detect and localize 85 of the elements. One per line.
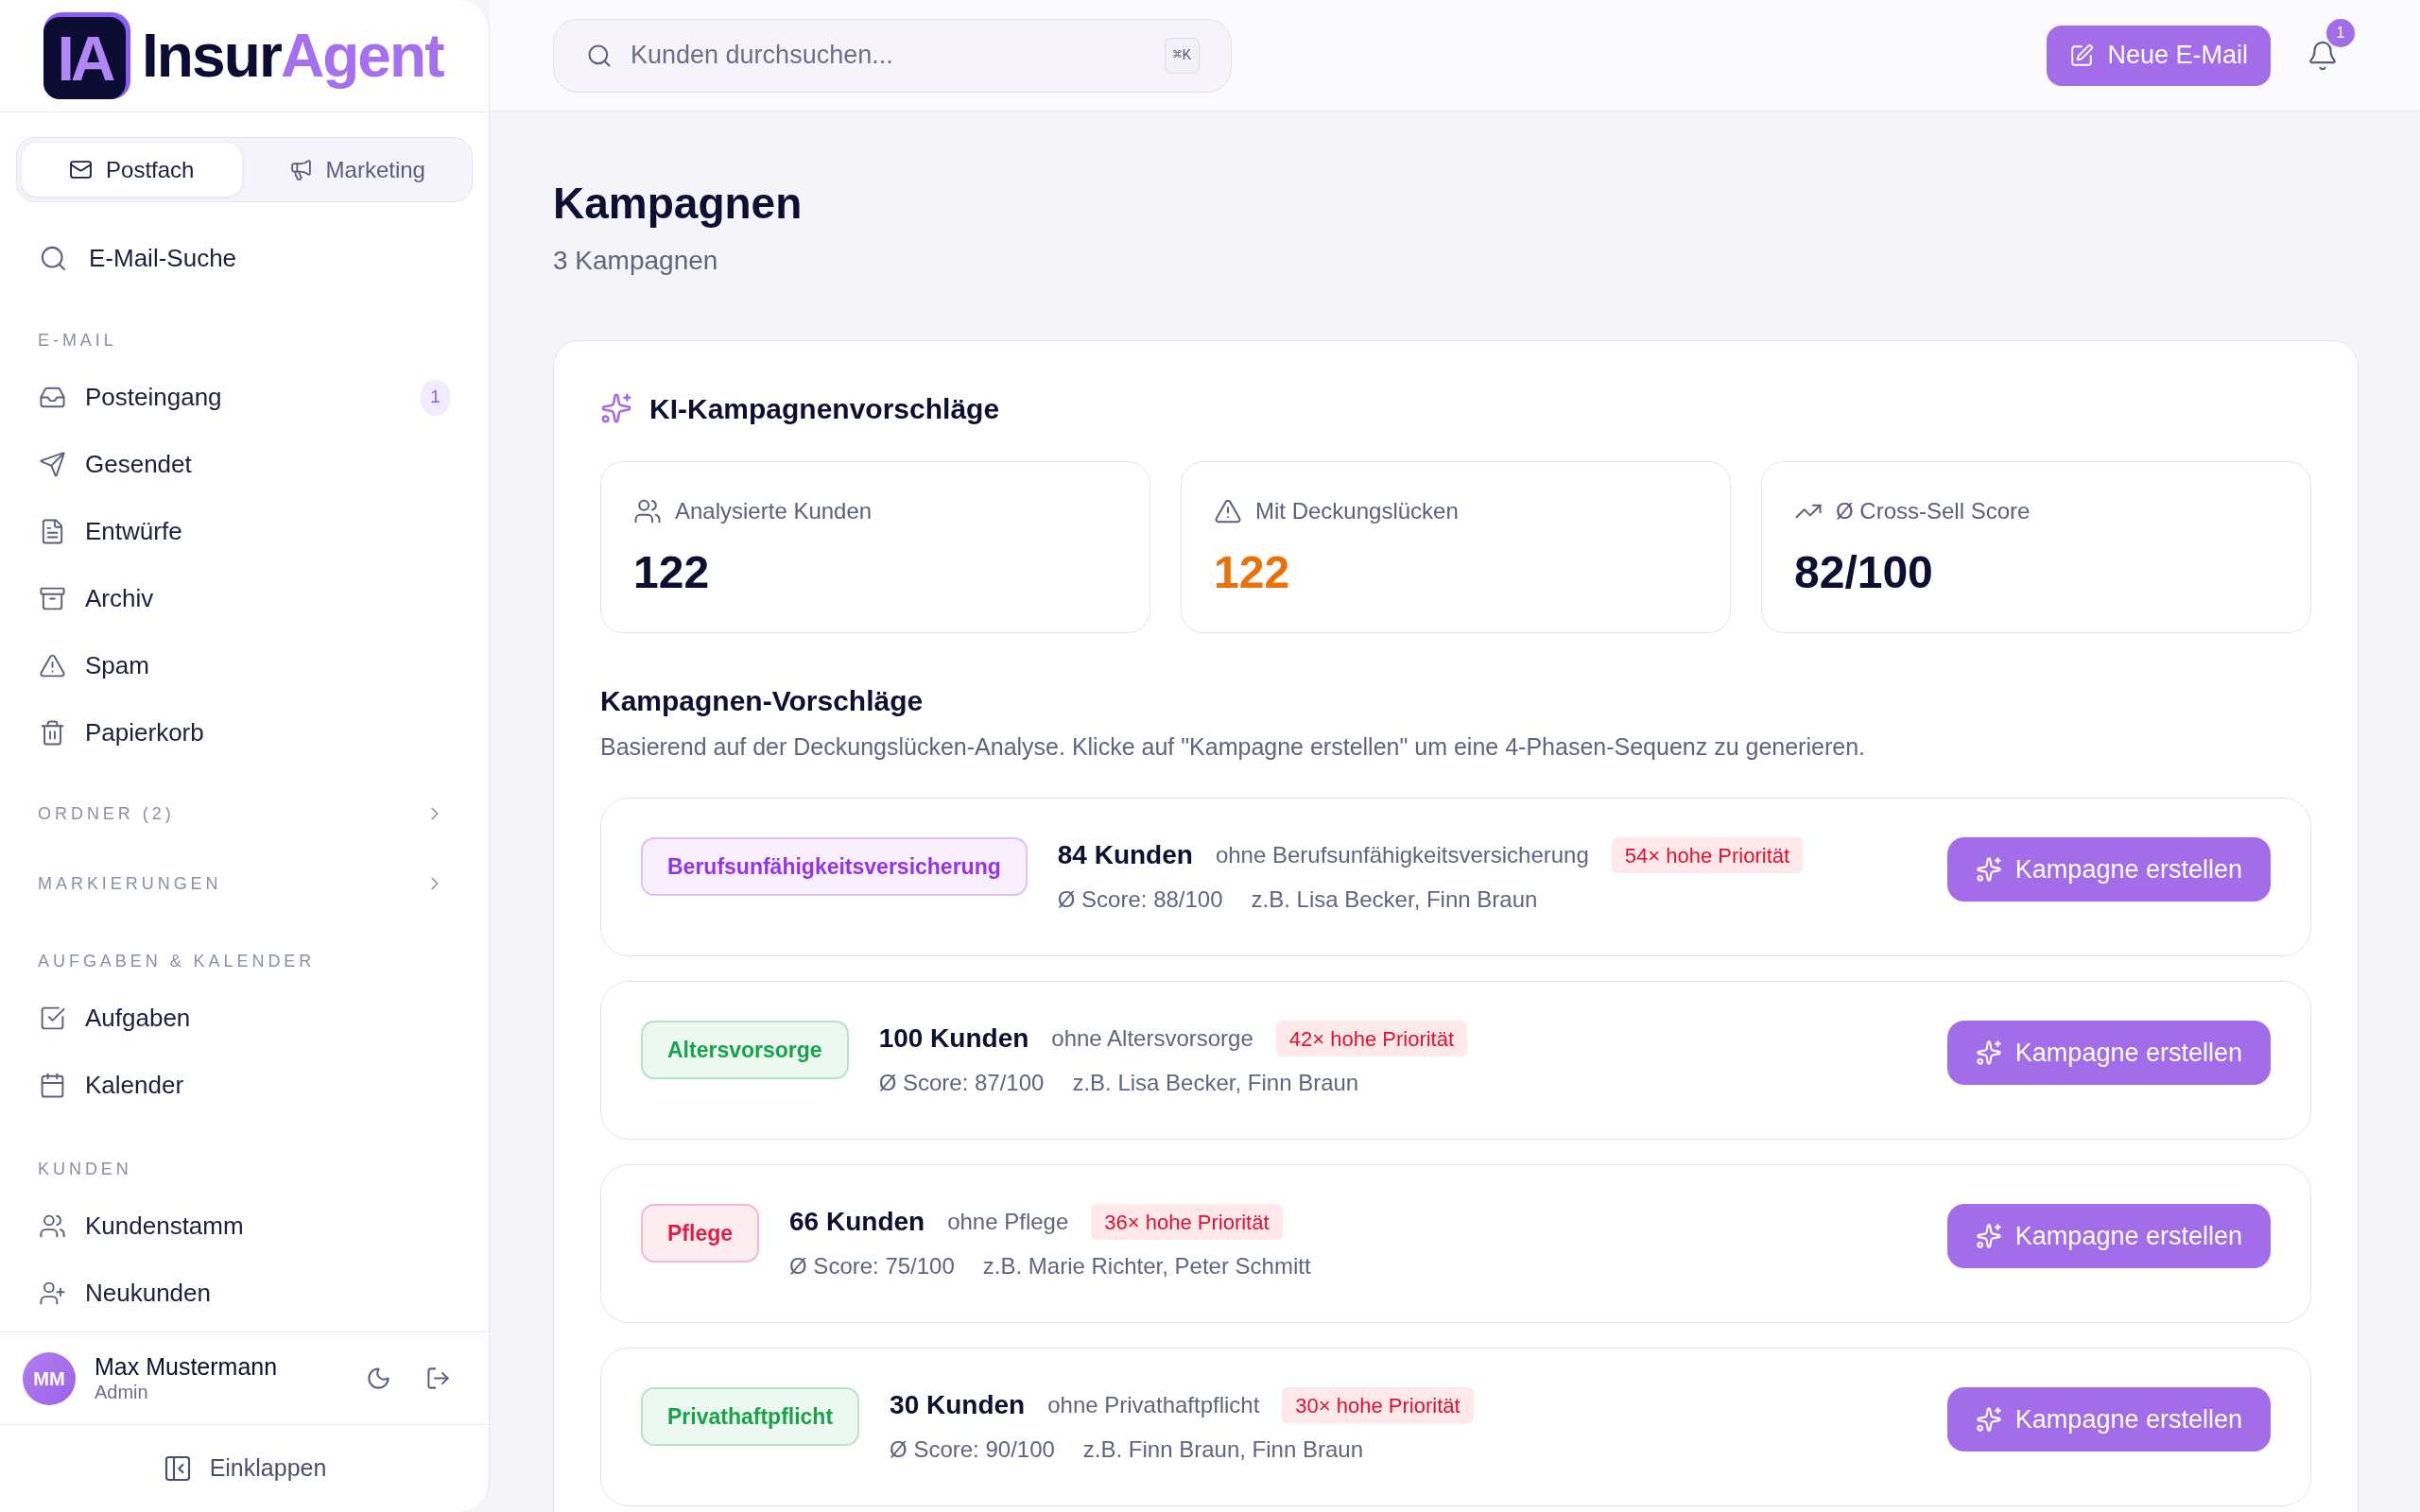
warning-icon [39, 652, 66, 679]
priority-badge: 36× hohe Priorität [1091, 1204, 1283, 1240]
sidebar-item[interactable]: Kalender [16, 1061, 194, 1109]
customer-count: 30 Kunden [890, 1389, 1026, 1421]
sidebar-item[interactable]: Kundenstamm [16, 1202, 253, 1250]
sidebar-item[interactable]: Neukunden [16, 1269, 220, 1317]
score-text: Ø Score: 75/100 [789, 1252, 955, 1280]
sidebar-item[interactable]: Archiv [16, 575, 164, 623]
score-text: Ø Score: 87/100 [878, 1069, 1045, 1097]
page-title: Kampagnen [553, 178, 803, 230]
customer-count: 84 Kunden [1057, 839, 1193, 871]
score-text: Ø Score: 90/100 [890, 1435, 1055, 1464]
sparkles-icon [600, 392, 632, 424]
priority-badge: 42× hohe Priorität [1275, 1021, 1468, 1057]
insurance-tag: Privathaftpflicht [641, 1387, 860, 1446]
gap-description: ohne Privathaftpflicht [1047, 1391, 1260, 1419]
example-customers: z.B. Lisa Becker, Finn Braun [1072, 1069, 1359, 1097]
priority-badge: 54× hohe Priorität [1611, 837, 1804, 873]
calendar-icon [39, 1072, 66, 1099]
sparkles-icon [1975, 1223, 2002, 1249]
logo-mark: IA [43, 12, 130, 99]
collapse-button[interactable]: Einklappen [162, 1451, 327, 1486]
stat-label: Analysierte Kunden [675, 497, 873, 525]
gap-description: ohne Altersvorsorge [1051, 1024, 1253, 1053]
mail-icon [69, 158, 94, 181]
stat-label: Mit Deckungslücken [1255, 497, 1459, 525]
example-customers: z.B. Lisa Becker, Finn Braun [1251, 885, 1538, 914]
sidebar-item[interactable]: Spam [16, 642, 159, 690]
megaphone-icon [288, 158, 313, 181]
checked-square-icon [39, 1005, 66, 1032]
gap-description: ohne Berufsunfähigkeitsversicherung [1215, 841, 1589, 869]
stat-value: 82/100 [1794, 546, 1933, 599]
create-campaign-button[interactable]: Kampagne erstellen [1946, 1021, 2271, 1085]
trash-icon [39, 719, 66, 747]
panel-title: KI-Kampagnenvorschläge [649, 391, 1000, 426]
insurance-tag: Pflege [641, 1204, 760, 1263]
section-description: Basierend auf der Deckungslücken-Analyse. Klicke auf "Kampagne erstellen" um eine 4-Phasen-Sequenz zu generieren. [600, 732, 1865, 761]
page-subtitle: 3 Kampagnen [553, 245, 718, 276]
warning-icon [1214, 497, 1242, 525]
sidebar-item[interactable]: Aufgaben [16, 994, 200, 1042]
sparkles-icon [1975, 856, 2002, 883]
score-text: Ø Score: 88/100 [1057, 885, 1223, 914]
insurance-tag: Altersvorsorge [641, 1021, 849, 1079]
notification-badge: 1 [2326, 18, 2355, 47]
priority-badge: 30× hohe Priorität [1282, 1387, 1474, 1423]
create-campaign-button[interactable]: Kampagne erstellen [1946, 1204, 2271, 1268]
gap-description: ohne Pflege [947, 1208, 1069, 1236]
example-customers: z.B. Finn Braun, Finn Braun [1082, 1435, 1363, 1464]
stat-value: 122 [1214, 546, 1290, 599]
create-campaign-button[interactable]: Kampagne erstellen [1946, 1387, 2271, 1452]
compose-icon [2069, 43, 2095, 68]
user-avatar: MM [23, 1351, 76, 1405]
sidebar-item[interactable]: Entwürfe [16, 507, 192, 556]
sidebar-item[interactable]: Papierkorb [16, 709, 214, 757]
sidebar-item[interactable]: Gesendet [16, 440, 201, 489]
email-search-link[interactable]: E-Mail-Suche [16, 233, 247, 283]
logout-icon[interactable] [425, 1366, 451, 1391]
section-label: KUNDEN [38, 1159, 132, 1180]
mode-tab[interactable]: Marketing [247, 143, 467, 197]
customer-count: 66 Kunden [789, 1206, 925, 1238]
mode-tab[interactable]: Postfach [22, 143, 242, 197]
create-campaign-button[interactable]: Kampagne erstellen [1946, 837, 2271, 902]
user-role: Admin [95, 1380, 148, 1404]
stat-value: 122 [633, 546, 710, 599]
archive-box-icon [39, 585, 66, 612]
moon-icon[interactable] [366, 1366, 391, 1391]
user-name: Max Mustermann [95, 1352, 278, 1381]
users-icon [633, 497, 662, 525]
section-label: AUFGABEN & KALENDER [38, 951, 316, 972]
customer-count: 100 Kunden [878, 1022, 1029, 1055]
section-title: Kampagnen-Vorschläge [600, 684, 924, 718]
new-email-button[interactable]: Neue E-Mail [2047, 25, 2271, 86]
user-plus-icon [39, 1280, 66, 1307]
users-icon [39, 1212, 66, 1240]
sparkles-icon [1975, 1040, 2002, 1066]
stat-label: Ø Cross-Sell Score [1836, 497, 2031, 525]
paper-plane-icon [39, 451, 66, 478]
insurance-tag: Berufsunfähigkeitsversicherung [641, 837, 1028, 896]
sparkles-icon [1975, 1406, 2002, 1433]
search-icon [586, 42, 613, 69]
section-label: E-MAIL [38, 330, 117, 352]
bell-icon[interactable] [2307, 39, 2339, 72]
sidebar-item[interactable]: Posteingang [16, 373, 232, 421]
example-customers: z.B. Marie Richter, Peter Schmitt [982, 1252, 1311, 1280]
count-badge: 1 [421, 379, 450, 416]
